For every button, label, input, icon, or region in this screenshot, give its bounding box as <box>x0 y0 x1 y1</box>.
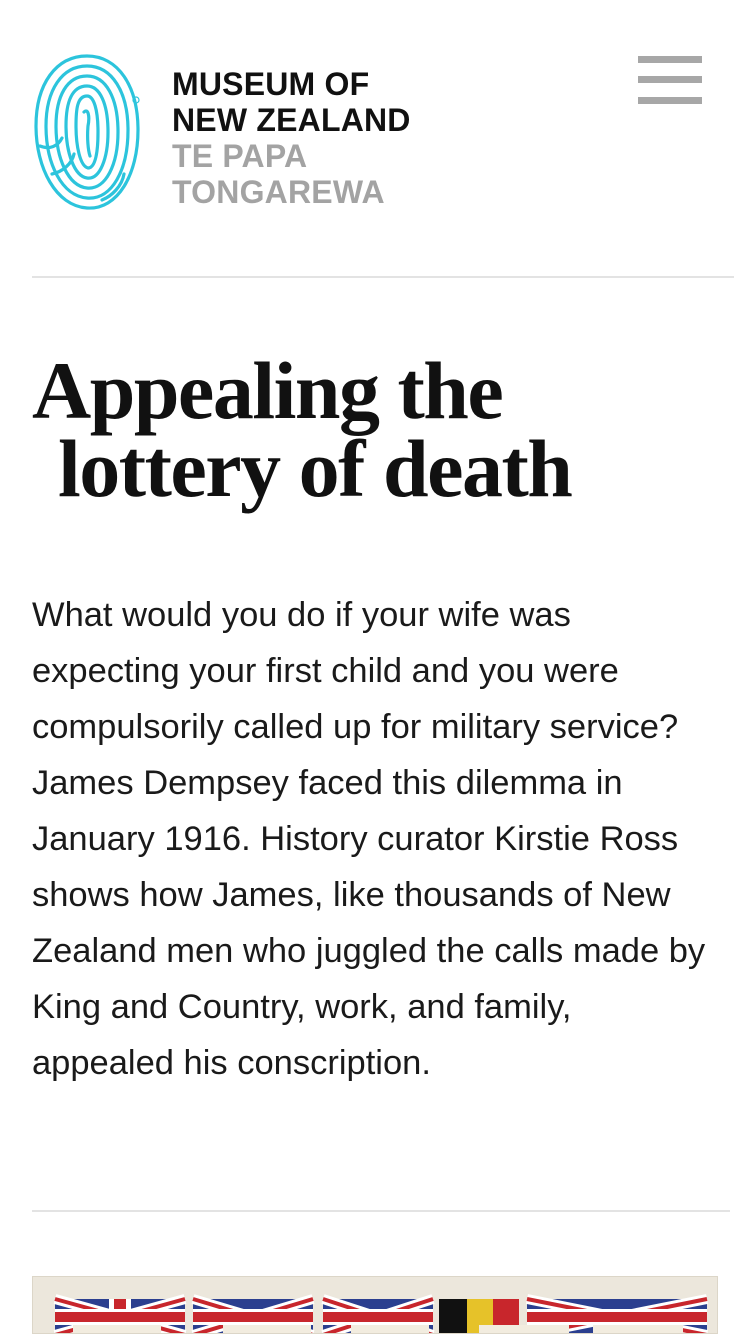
article-intro: What would you do if your wife was expec… <box>32 596 706 1082</box>
menu-bar-top <box>638 56 702 63</box>
menu-bar-middle <box>638 76 702 83</box>
menu-bar-bottom <box>638 97 702 104</box>
hero-image-poster[interactable] <box>32 1276 718 1334</box>
logo-line-2: NEW ZEALAND <box>172 102 411 138</box>
article-title-line-1: Appealing the <box>32 345 504 436</box>
fingerprint-logo-icon <box>34 54 140 210</box>
site-header: MUSEUM OF NEW ZEALAND TE PAPA TONGAREWA <box>0 0 750 277</box>
logo-line-4: TONGAREWA <box>172 174 385 210</box>
hamburger-menu-icon[interactable] <box>638 56 702 104</box>
article-title-line-2: lottery of death <box>58 423 573 514</box>
logo-wordmark: MUSEUM OF NEW ZEALAND TE PAPA TONGAREWA <box>172 66 472 210</box>
content-divider <box>32 1210 730 1212</box>
poster-flags-image <box>33 1277 717 1333</box>
article-title: Appealing the lottery of death <box>32 345 712 514</box>
logo-line-3: TE PAPA <box>172 138 308 174</box>
logo-line-1: MUSEUM OF <box>172 66 370 102</box>
header-divider <box>32 276 734 278</box>
